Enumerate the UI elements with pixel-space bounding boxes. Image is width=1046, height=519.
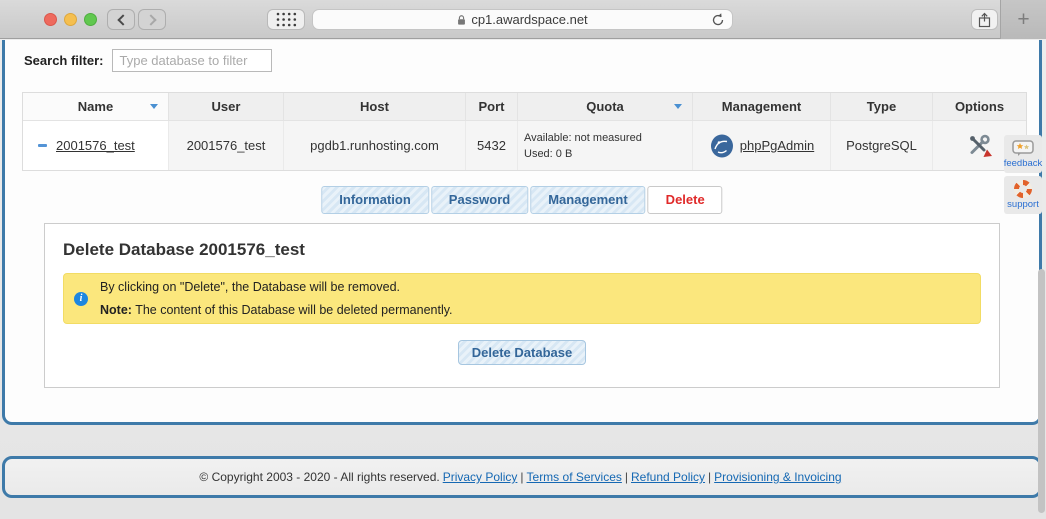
support-label: support — [1007, 199, 1039, 210]
quota-available: Available: not measured — [524, 132, 642, 144]
collapse-row-icon[interactable] — [38, 144, 47, 147]
database-name-link[interactable]: 2001576_test — [56, 138, 135, 153]
table-header-row: Name User Host Port Quota Management Typ… — [23, 93, 1026, 120]
note-text: The content of this Database will be del… — [135, 303, 452, 317]
header-management: Management — [693, 93, 831, 120]
cell-host: pgdb1.runhosting.com — [284, 121, 466, 170]
chevron-left-icon — [117, 14, 128, 25]
tab-information[interactable]: Information — [321, 186, 429, 214]
manage-tools-icon[interactable] — [966, 132, 993, 159]
info-icon — [74, 292, 88, 306]
feedback-stars-icon — [1012, 140, 1034, 157]
share-icon — [978, 12, 991, 28]
vertical-scrollbar-thumb[interactable] — [1038, 269, 1045, 513]
tab-overview-button[interactable] — [267, 9, 305, 30]
browser-toolbar: cp1.awardspace.net + — [0, 0, 1046, 39]
delete-database-panel: Delete Database 2001576_test By clicking… — [44, 223, 1000, 388]
tab-management[interactable]: Management — [530, 186, 645, 214]
feedback-badge[interactable]: feedback — [1004, 135, 1042, 173]
header-host: Host — [284, 93, 466, 120]
header-type: Type — [831, 93, 933, 120]
warning-line: By clicking on "Delete", the Database wi… — [100, 281, 453, 294]
address-bar[interactable]: cp1.awardspace.net — [312, 9, 733, 30]
cell-name: 2001576_test — [23, 121, 169, 170]
forward-button[interactable] — [138, 9, 166, 30]
phppgadmin-link[interactable]: phpPgAdmin — [740, 138, 814, 153]
refund-policy-link[interactable]: Refund Policy — [631, 470, 705, 484]
privacy-policy-link[interactable]: Privacy Policy — [443, 470, 518, 484]
note-label: Note: — [100, 303, 132, 317]
header-port: Port — [466, 93, 518, 120]
page-content: Search filter: Name User Host Port Quota — [0, 40, 1046, 519]
header-options: Options — [933, 93, 1026, 120]
tab-delete[interactable]: Delete — [648, 186, 723, 214]
new-tab-button[interactable]: + — [1000, 0, 1046, 39]
copyright-text: © Copyright 2003 - 2020 - All rights res… — [199, 470, 439, 484]
header-quota[interactable]: Quota — [518, 93, 693, 120]
support-badge[interactable]: support — [1004, 176, 1042, 214]
footer: © Copyright 2003 - 2020 - All rights res… — [2, 456, 1042, 498]
header-user: User — [169, 93, 284, 120]
warning-text: By clicking on "Delete", the Database wi… — [100, 281, 453, 317]
plus-icon: + — [1017, 8, 1029, 32]
lifebuoy-icon — [1014, 180, 1032, 198]
postgresql-elephant-icon — [709, 133, 735, 159]
sort-desc-icon[interactable] — [674, 104, 682, 109]
reload-icon — [711, 12, 725, 27]
close-window-button[interactable] — [44, 13, 57, 26]
cell-quota: Available: not measured Used: 0 B — [518, 121, 693, 170]
provisioning-invoicing-link[interactable]: Provisioning & Invoicing — [714, 470, 841, 484]
share-button[interactable] — [971, 9, 998, 30]
grid-icon — [276, 12, 297, 27]
feedback-label: feedback — [1004, 158, 1043, 169]
delete-database-button[interactable]: Delete Database — [458, 340, 586, 365]
terms-of-services-link[interactable]: Terms of Services — [527, 470, 622, 484]
lock-icon — [457, 14, 466, 26]
search-filter-label: Search filter: — [24, 53, 103, 68]
search-input[interactable] — [112, 49, 272, 72]
panel-title: Delete Database 2001576_test — [63, 240, 999, 260]
browser-window: cp1.awardspace.net + Search filter: — [0, 0, 1046, 519]
search-filter-row: Search filter: — [24, 49, 272, 72]
tab-password[interactable]: Password — [431, 186, 528, 214]
main-content-box: Search filter: Name User Host Port Quota — [2, 40, 1042, 425]
sort-desc-icon[interactable] — [150, 104, 158, 109]
header-name[interactable]: Name — [23, 93, 169, 120]
minimize-window-button[interactable] — [64, 13, 77, 26]
quota-used: Used: 0 B — [524, 148, 572, 160]
cell-type: PostgreSQL — [831, 121, 933, 170]
url-text: cp1.awardspace.net — [471, 12, 587, 27]
cell-user: 2001576_test — [169, 121, 284, 170]
database-tabs: Information Password Management Delete — [321, 186, 722, 214]
cell-management: phpPgAdmin — [693, 121, 831, 170]
cell-port: 5432 — [466, 121, 518, 170]
chevron-right-icon — [145, 14, 156, 25]
database-table: Name User Host Port Quota Management Typ… — [22, 92, 1027, 171]
warning-box: By clicking on "Delete", the Database wi… — [63, 273, 981, 324]
reload-button[interactable] — [711, 12, 725, 30]
zoom-window-button[interactable] — [84, 13, 97, 26]
table-row: 2001576_test 2001576_test pgdb1.runhosti… — [23, 120, 1026, 170]
back-button[interactable] — [107, 9, 135, 30]
